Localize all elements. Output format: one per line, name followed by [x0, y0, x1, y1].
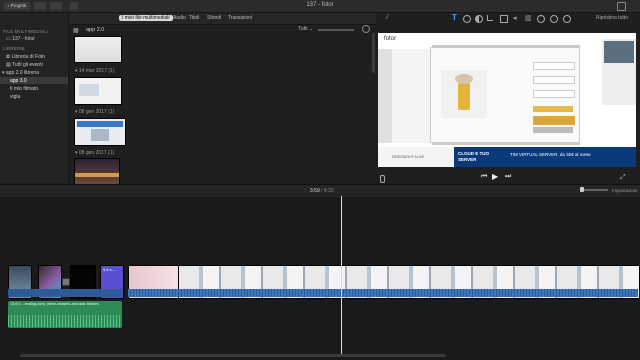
playhead[interactable]	[341, 196, 342, 356]
equalizer-icon[interactable]: ▥	[525, 14, 532, 22]
text-field[interactable]	[533, 76, 575, 84]
clip-label: 5,6 s –	[103, 267, 116, 272]
photo-preview	[441, 70, 487, 118]
media-header: FILE MULTIMEDIALI	[3, 29, 49, 34]
event-title: app 2.0	[86, 27, 105, 33]
bottom-banner: DESIGNIGHT ALIVE CLOUD E TUO SERVER TIM …	[378, 147, 636, 167]
volume-icon[interactable]: ◂	[513, 14, 517, 22]
media-thumbnail[interactable]	[74, 118, 126, 146]
site-right-ad	[602, 39, 636, 105]
media-thumbnail[interactable]	[74, 36, 122, 63]
sidebar-item-project[interactable]: ▭ 137 - fotor	[6, 36, 35, 42]
timeline-scrollbar[interactable]	[20, 354, 446, 357]
clip-audio-waveform	[128, 289, 638, 297]
text-field[interactable]	[533, 62, 575, 70]
ad-image	[604, 41, 634, 63]
crop-icon[interactable]	[487, 15, 493, 21]
dialog-form	[533, 56, 575, 136]
text-field[interactable]	[533, 90, 575, 98]
thumbnail-content	[79, 84, 99, 96]
current-time: 3:59 / 4:22	[310, 188, 334, 194]
date-group-header[interactable]: ▾ 08 gen 2017 (1)	[75, 109, 114, 115]
thumbnail-content	[75, 173, 119, 177]
zoom-slider-knob[interactable]	[580, 187, 584, 192]
sidebar: FILE MULTIMEDIALI ▭ 137 - fotor LIBRERIE…	[0, 13, 69, 183]
color-correction-icon[interactable]	[475, 15, 483, 23]
microphone-icon[interactable]	[380, 175, 385, 183]
library-header: LIBRERIE	[3, 46, 26, 51]
tab-my-media[interactable]: I miei file multimediali	[119, 15, 173, 21]
magic-wand-icon[interactable]: ⁄	[387, 14, 388, 21]
audio-waveform	[8, 315, 122, 327]
primary-button[interactable]	[533, 106, 573, 112]
tab-backgrounds[interactable]: Sfondi	[207, 15, 221, 21]
site-logo: fotor	[384, 36, 397, 42]
media-thumbnail[interactable]	[74, 158, 120, 185]
transition-icon[interactable]	[62, 278, 70, 286]
banner-cloud-text: CLOUD E TUO SERVER	[458, 151, 489, 162]
tab-transitions[interactable]: Transizioni	[228, 15, 252, 21]
background-audio-clip[interactable]: 13,6 s – ending-cunk_fame-chasers-and-st…	[8, 301, 122, 328]
audio-clip-label: 13,6 s – ending-cunk_fame-chasers-and-st…	[10, 302, 99, 306]
settings-icon[interactable]	[362, 25, 370, 33]
play-button[interactable]: ▶	[492, 172, 498, 181]
secondary-button[interactable]	[533, 127, 573, 133]
sidebar-item-all-events[interactable]: ▤ Tutti gli eventi	[6, 62, 43, 68]
timeline-header: 3:59 / 4:22 Impostazioni	[0, 184, 640, 198]
tab-audio[interactable]: Audio	[173, 15, 186, 21]
stabilization-icon[interactable]	[500, 15, 508, 23]
share-icon[interactable]	[617, 2, 626, 11]
photo-subject	[458, 80, 470, 110]
info-icon[interactable]	[563, 15, 571, 23]
next-button[interactable]: ⏭	[505, 173, 511, 181]
fullscreen-icon[interactable]: ⤢	[620, 174, 626, 182]
dialog	[430, 47, 580, 143]
photo-hair	[455, 74, 473, 84]
download-button[interactable]	[533, 116, 575, 125]
reset-all-button[interactable]: Ripristina tutto	[596, 15, 628, 21]
previous-button[interactable]: ⏮	[481, 173, 487, 181]
zoom-slider[interactable]	[582, 189, 608, 191]
title-text-icon[interactable]: T	[452, 13, 457, 22]
sidebar-item-app3[interactable]: app 3.0	[10, 78, 27, 84]
browser-scrollbar[interactable]	[372, 33, 375, 73]
filter-icon[interactable]	[550, 15, 558, 23]
filter-select[interactable]: Tutti ⌄	[298, 26, 313, 32]
sidebar-item-photos[interactable]: ✿ Libreria di Foto	[6, 54, 45, 60]
timeline-settings-button[interactable]: Impostazioni	[612, 188, 637, 193]
thumbnail-size-slider[interactable]	[318, 29, 354, 31]
site-sidebar	[378, 49, 392, 143]
title-bar: ‹ Progetti 137 - fotor	[0, 0, 640, 13]
banner-tim-text: TIM VIRTUAL SERVER, da 30€ al mese	[510, 152, 591, 157]
site-panel	[392, 49, 433, 143]
clip-audio-waveform	[8, 289, 122, 297]
sidebar-item-library[interactable]: ▾ app 2.0 libreria	[2, 70, 39, 76]
media-thumbnail[interactable]	[74, 77, 122, 105]
browser-tabs: I miei file multimediali Audio Titoli Sf…	[69, 13, 376, 25]
chevron-down-icon: ⌄	[308, 26, 314, 32]
window-title: 137 - fotor	[306, 2, 334, 8]
date-group-header[interactable]: ▾ 14 mar 2017 (1)	[75, 68, 114, 74]
thumbnail-content	[77, 121, 123, 127]
color-balance-icon[interactable]	[463, 15, 471, 23]
sidebar-item-movie[interactable]: Il mio filmato	[10, 86, 38, 92]
speed-icon[interactable]	[537, 15, 545, 23]
banner-left-text: DESIGNIGHT ALIVE	[392, 155, 425, 159]
thumbnail-content	[91, 129, 109, 141]
video-frame: fotor DESIGNIGHT ALIVE CLOUD E TUO SERVE…	[378, 33, 636, 167]
grid-view-icon[interactable]: ▦	[73, 27, 79, 34]
date-group-header[interactable]: ▾ 08 gen 2017 (1)	[75, 150, 114, 156]
tab-titles[interactable]: Titoli	[189, 15, 199, 21]
sidebar-item-vigla[interactable]: vigla	[10, 94, 20, 100]
